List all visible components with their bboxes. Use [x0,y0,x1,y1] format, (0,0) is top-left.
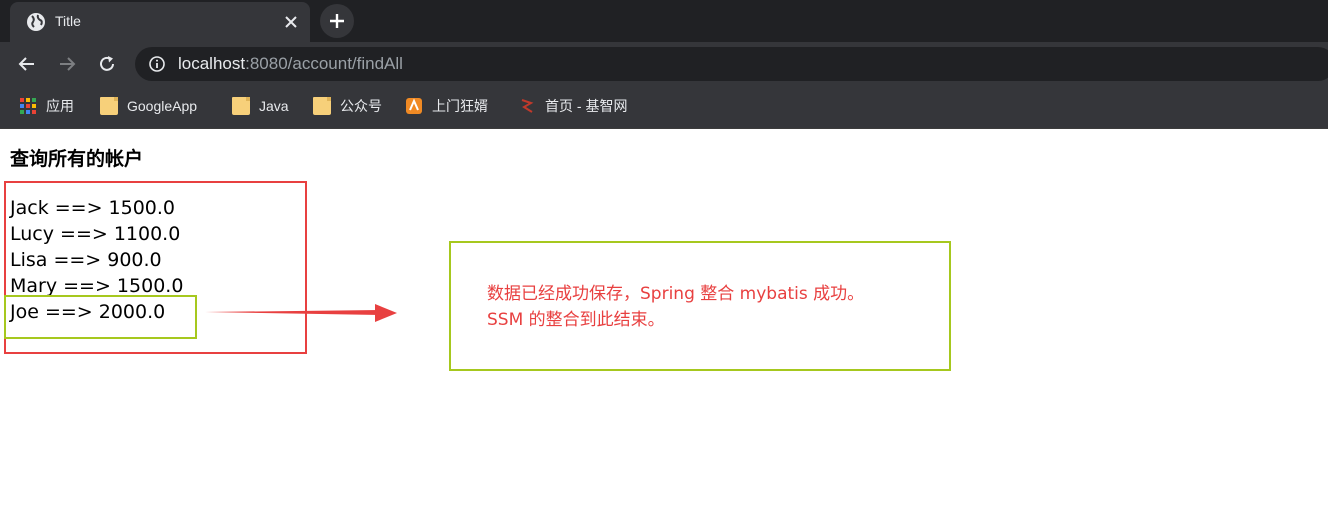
forward-arrow-icon[interactable] [57,54,77,74]
bookmark-label: 上门狂婿 [432,98,488,114]
annotation-box: 数据已经成功保存，Spring 整合 mybatis 成功。 SSM 的整合到此… [449,241,951,371]
close-icon[interactable] [284,15,298,29]
bookmarks-bar: 应用 GoogleApp Java 公众号 上门狂婿 首页 - 基智网 [0,86,1328,129]
url-path: :8080/account/findAll [245,54,403,73]
bookmark-label: GoogleApp [127,98,198,114]
tab-strip: Title [0,0,1328,42]
annotation-text: 数据已经成功保存，Spring 整合 mybatis 成功。 SSM 的整合到此… [487,281,864,333]
apps-grid-icon [20,98,36,114]
back-arrow-icon[interactable] [17,54,37,74]
address-bar[interactable]: localhost:8080/account/findAll [135,47,1328,81]
bookmark-java[interactable]: Java [232,86,289,126]
bookmark-label: Java [259,98,289,114]
tab-title: Title [55,13,81,29]
browser-tab[interactable]: Title [10,2,310,42]
url-text: localhost:8080/account/findAll [178,54,403,74]
url-host: localhost [178,54,246,73]
globe-icon [27,13,45,31]
bookmark-label: 公众号 [340,98,382,114]
bookmark-apps[interactable]: 应用 [19,86,74,126]
annotation-line: 数据已经成功保存，Spring 整合 mybatis 成功。 [487,284,865,304]
arrow-annotation [205,304,397,322]
annotation-line: SSM 的整合到此结束。 [487,310,665,330]
bookmark-label: 首页 - 基智网 [545,98,628,114]
bookmark-gongzhonghao[interactable]: 公众号 [313,86,382,126]
plus-icon [330,14,344,28]
browser-toolbar: localhost:8080/account/findAll [0,42,1328,86]
highlight-box-green [4,295,197,339]
bookmark-googleapp[interactable]: GoogleApp [100,86,197,126]
reload-icon[interactable] [97,54,117,74]
site-favicon-icon [406,98,422,114]
bookmark-label: 应用 [46,98,74,114]
bookmark-shangmen[interactable]: 上门狂婿 [405,86,488,126]
folder-icon [100,97,118,115]
site-favicon-icon [521,99,534,113]
bookmark-jizhiwang[interactable]: 首页 - 基智网 [518,86,627,126]
new-tab-button[interactable] [320,4,354,38]
folder-icon [232,97,250,115]
folder-icon [313,97,331,115]
info-icon[interactable] [149,56,165,72]
page-title: 查询所有的帐户 [10,148,144,170]
